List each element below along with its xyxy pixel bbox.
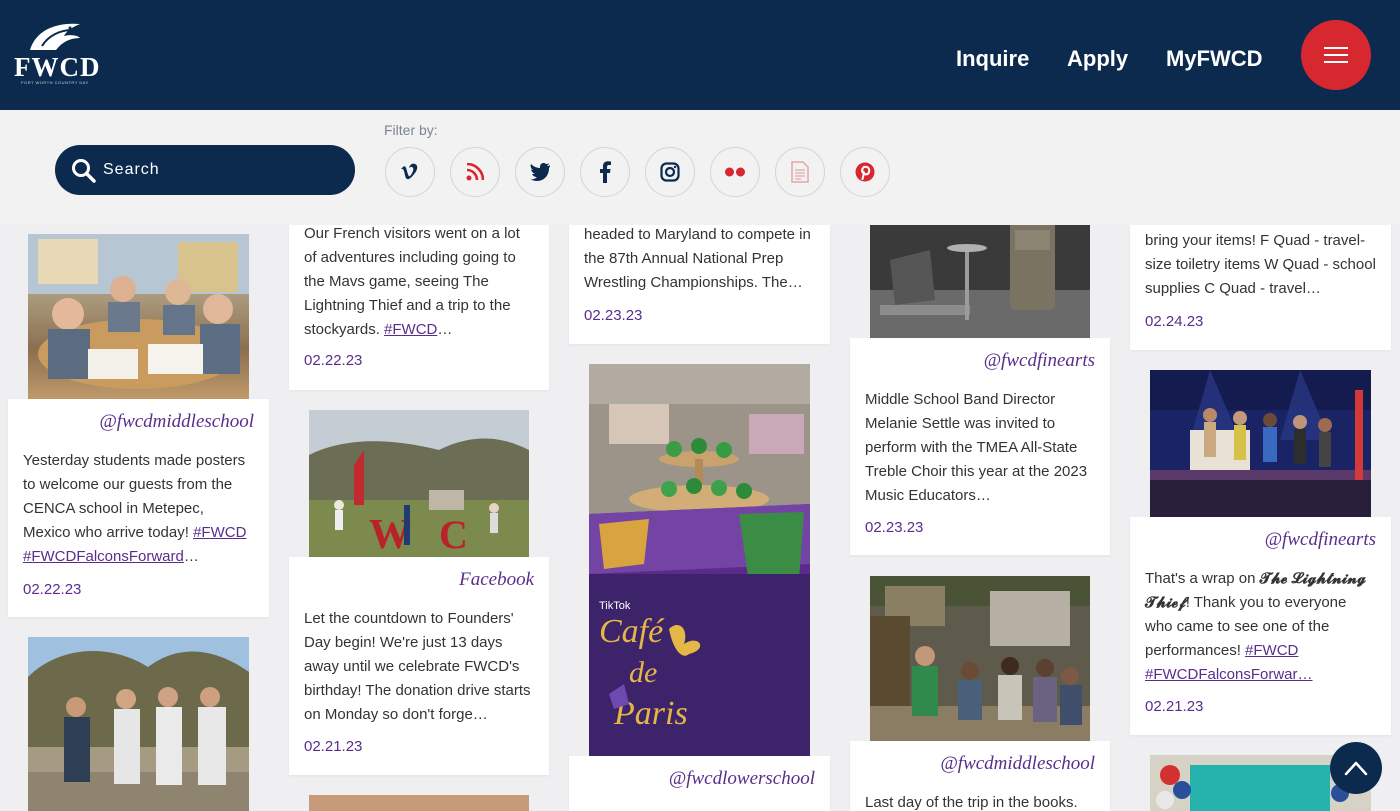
post-source: @fwcdlowerschool — [668, 768, 815, 789]
photo-welcome-sign[interactable]: W C — [309, 410, 529, 557]
hashtag-link[interactable]: #FWCDFalconsForwar… — [1145, 666, 1313, 683]
tiktok-label: TikTok — [599, 600, 631, 612]
post-date: 02.23.23 — [584, 307, 643, 324]
falcon-icon — [30, 23, 80, 50]
chevron-up-icon — [1344, 761, 1368, 776]
vimeo-icon[interactable] — [385, 147, 435, 197]
photo-museum-trip[interactable] — [870, 576, 1090, 741]
photo-students-posters[interactable] — [28, 234, 249, 399]
post-text: Yesterday students made posters to welco… — [23, 452, 247, 565]
site-header: FWCD FORT WORTH COUNTRY DAY Inquire Appl… — [0, 0, 1400, 110]
logo-subtitle: FORT WORTH COUNTRY DAY — [21, 80, 89, 85]
post-source: @fwcdmiddleschool — [99, 411, 254, 432]
post-text: headed to Maryland to compete in the 87t… — [584, 226, 811, 291]
post-date: 02.21.23 — [304, 738, 363, 755]
social-post-card[interactable]: @fwcdlowerschool — [569, 756, 830, 811]
post-date: 02.22.23 — [23, 581, 82, 598]
nav-inquire[interactable]: Inquire — [956, 46, 1029, 72]
page: FWCD FORT WORTH COUNTRY DAY Inquire Appl… — [0, 0, 1400, 811]
photo-cafe-de-paris[interactable]: TikTok Café de Paris — [589, 364, 810, 756]
post-text: Middle School Band Director Melanie Sett… — [865, 391, 1088, 504]
post-date: 02.22.23 — [304, 352, 363, 369]
hamburger-line — [1324, 54, 1348, 56]
social-post-card[interactable]: @fwcdmiddleschool Last day of the trip i… — [850, 741, 1110, 811]
social-post-card[interactable]: @fwcdfinearts That's a wrap on 𝓣𝓱𝓮 𝓛𝓲𝓰𝓱𝓽… — [1130, 517, 1391, 735]
photo-preview[interactable] — [309, 795, 529, 811]
post-text-content: That's a wrap on — [1145, 570, 1260, 587]
search-input[interactable] — [103, 157, 338, 183]
post-source: @fwcdfinearts — [983, 350, 1095, 371]
hashtag-link[interactable]: #FWCD — [384, 321, 437, 338]
photo-students-outdoors[interactable] — [28, 637, 249, 811]
post-text: Let the countdown to Founders' Day begin… — [304, 610, 531, 723]
hashtag-link[interactable]: #FWCDFalconsForward — [23, 548, 184, 565]
nav-myfwcd[interactable]: MyFWCD — [1166, 46, 1263, 72]
facebook-icon[interactable] — [580, 147, 630, 197]
logo-text: FWCD — [14, 52, 101, 82]
scroll-to-top-button[interactable] — [1330, 742, 1382, 794]
menu-button[interactable] — [1301, 20, 1371, 90]
post-date: 02.24.23 — [1145, 313, 1204, 330]
pinterest-icon[interactable] — [840, 147, 890, 197]
post-source: @fwcdmiddleschool — [940, 753, 1095, 774]
post-date: 02.21.23 — [1145, 698, 1204, 715]
cafe-text: de — [629, 656, 657, 689]
hashtag-link[interactable]: #FWCD — [1245, 642, 1298, 659]
filter-label: Filter by: — [384, 122, 438, 138]
search-box[interactable] — [55, 145, 355, 195]
instagram-icon[interactable] — [645, 147, 695, 197]
post-source: @fwcdfinearts — [1264, 529, 1376, 550]
nav-apply[interactable]: Apply — [1067, 46, 1128, 72]
social-post-card[interactable]: @fwcdfinearts Middle School Band Directo… — [850, 338, 1110, 555]
search-icon — [72, 159, 96, 183]
post-text: bring your items! F Quad - travel-size t… — [1145, 232, 1376, 297]
post-source: Facebook — [459, 569, 534, 590]
hamburger-line — [1324, 61, 1348, 63]
hamburger-line — [1324, 47, 1348, 49]
post-text: Last day of the trip in the books. — [865, 794, 1078, 811]
social-post-card[interactable]: @fwcdmiddleschool Yesterday students mad… — [8, 399, 269, 617]
svg-text:C: C — [439, 512, 468, 557]
hashtag-link[interactable]: #FWCD — [193, 524, 246, 541]
post-date: 02.23.23 — [865, 519, 924, 536]
news-icon[interactable] — [775, 147, 825, 197]
rss-icon[interactable] — [450, 147, 500, 197]
filter-bar: Filter by: — [0, 110, 1400, 225]
flickr-icon[interactable] — [710, 147, 760, 197]
twitter-icon[interactable] — [515, 147, 565, 197]
post-text: Our French visitors went on a lot of adv… — [304, 225, 520, 338]
post-text: That's a wrap on 𝓣𝓱𝓮 𝓛𝓲𝓰𝓱𝓽𝓷𝓲𝓷𝓰 𝓣𝓱𝓲𝓮𝓯! Th… — [1145, 567, 1376, 687]
social-post-card[interactable]: Facebook Let the countdown to Founders' … — [289, 557, 549, 775]
cafe-text: Café — [599, 613, 665, 650]
photo-lightning-thief-stage[interactable] — [1150, 370, 1371, 517]
fwcd-logo[interactable]: FWCD FORT WORTH COUNTRY DAY — [14, 20, 101, 94]
